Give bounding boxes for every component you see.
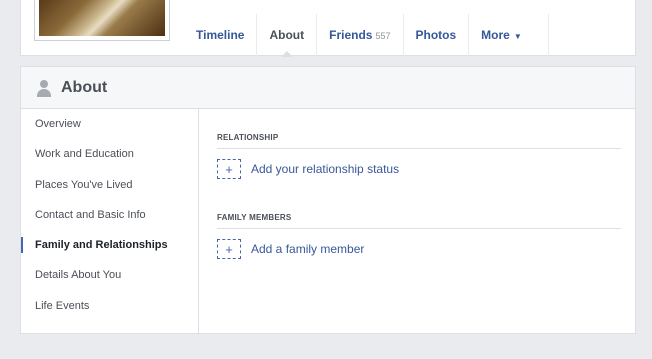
about-section: About Overview Work and Education Places… — [20, 66, 636, 334]
chevron-down-icon: ▼ — [513, 32, 522, 41]
sidebar-item-overview[interactable]: Overview — [21, 109, 198, 139]
family-group: FAMILY MEMBERS + Add a family member — [217, 213, 621, 259]
tab-about-label: About — [269, 28, 305, 42]
person-icon — [35, 79, 53, 97]
plus-icon[interactable]: + — [217, 159, 241, 179]
add-relationship-row[interactable]: + Add your relationship status — [217, 159, 621, 179]
tab-more-label: More — [481, 28, 510, 42]
relationship-group: RELATIONSHIP + Add your relationship sta… — [217, 133, 621, 179]
family-members-heading: FAMILY MEMBERS — [217, 213, 621, 229]
profile-tabs: Timeline About Friends 557 Photos More ▼ — [184, 14, 549, 57]
person-icon-body — [37, 88, 51, 97]
profile-header: Timeline About Friends 557 Photos More ▼ — [0, 0, 652, 57]
friends-count: 557 — [375, 31, 391, 41]
sidebar-item-details-about-you[interactable]: Details About You — [21, 260, 198, 290]
tab-friends-label: Friends — [329, 28, 373, 42]
person-icon-head — [40, 79, 48, 88]
tab-timeline-label: Timeline — [196, 28, 245, 42]
profile-picture[interactable] — [35, 0, 169, 40]
tab-about[interactable]: About — [257, 14, 318, 57]
tab-friends[interactable]: Friends 557 — [317, 14, 404, 56]
plus-icon[interactable]: + — [217, 239, 241, 259]
sidebar-item-contact-info[interactable]: Contact and Basic Info — [21, 200, 198, 230]
profile-nav-bar: Timeline About Friends 557 Photos More ▼ — [20, 0, 636, 57]
tab-more[interactable]: More ▼ — [469, 14, 549, 56]
sidebar-item-life-events[interactable]: Life Events — [21, 291, 198, 321]
tab-photos-label: Photos — [415, 28, 457, 42]
add-relationship-link[interactable]: Add your relationship status — [251, 162, 399, 176]
tab-timeline[interactable]: Timeline — [184, 14, 258, 56]
tab-photos[interactable]: Photos — [404, 14, 470, 56]
sidebar-item-family-relationships[interactable]: Family and Relationships — [21, 230, 198, 260]
relationship-heading: RELATIONSHIP — [217, 133, 621, 149]
sidebar-item-places-lived[interactable]: Places You've Lived — [21, 170, 198, 200]
add-family-member-link[interactable]: Add a family member — [251, 242, 364, 256]
about-content: RELATIONSHIP + Add your relationship sta… — [217, 109, 621, 259]
about-sidebar: Overview Work and Education Places You'v… — [21, 109, 199, 333]
page-title[interactable]: About — [61, 79, 107, 97]
sidebar-item-work-education[interactable]: Work and Education — [21, 139, 198, 169]
about-header: About — [21, 67, 635, 109]
add-family-row[interactable]: + Add a family member — [217, 239, 621, 259]
